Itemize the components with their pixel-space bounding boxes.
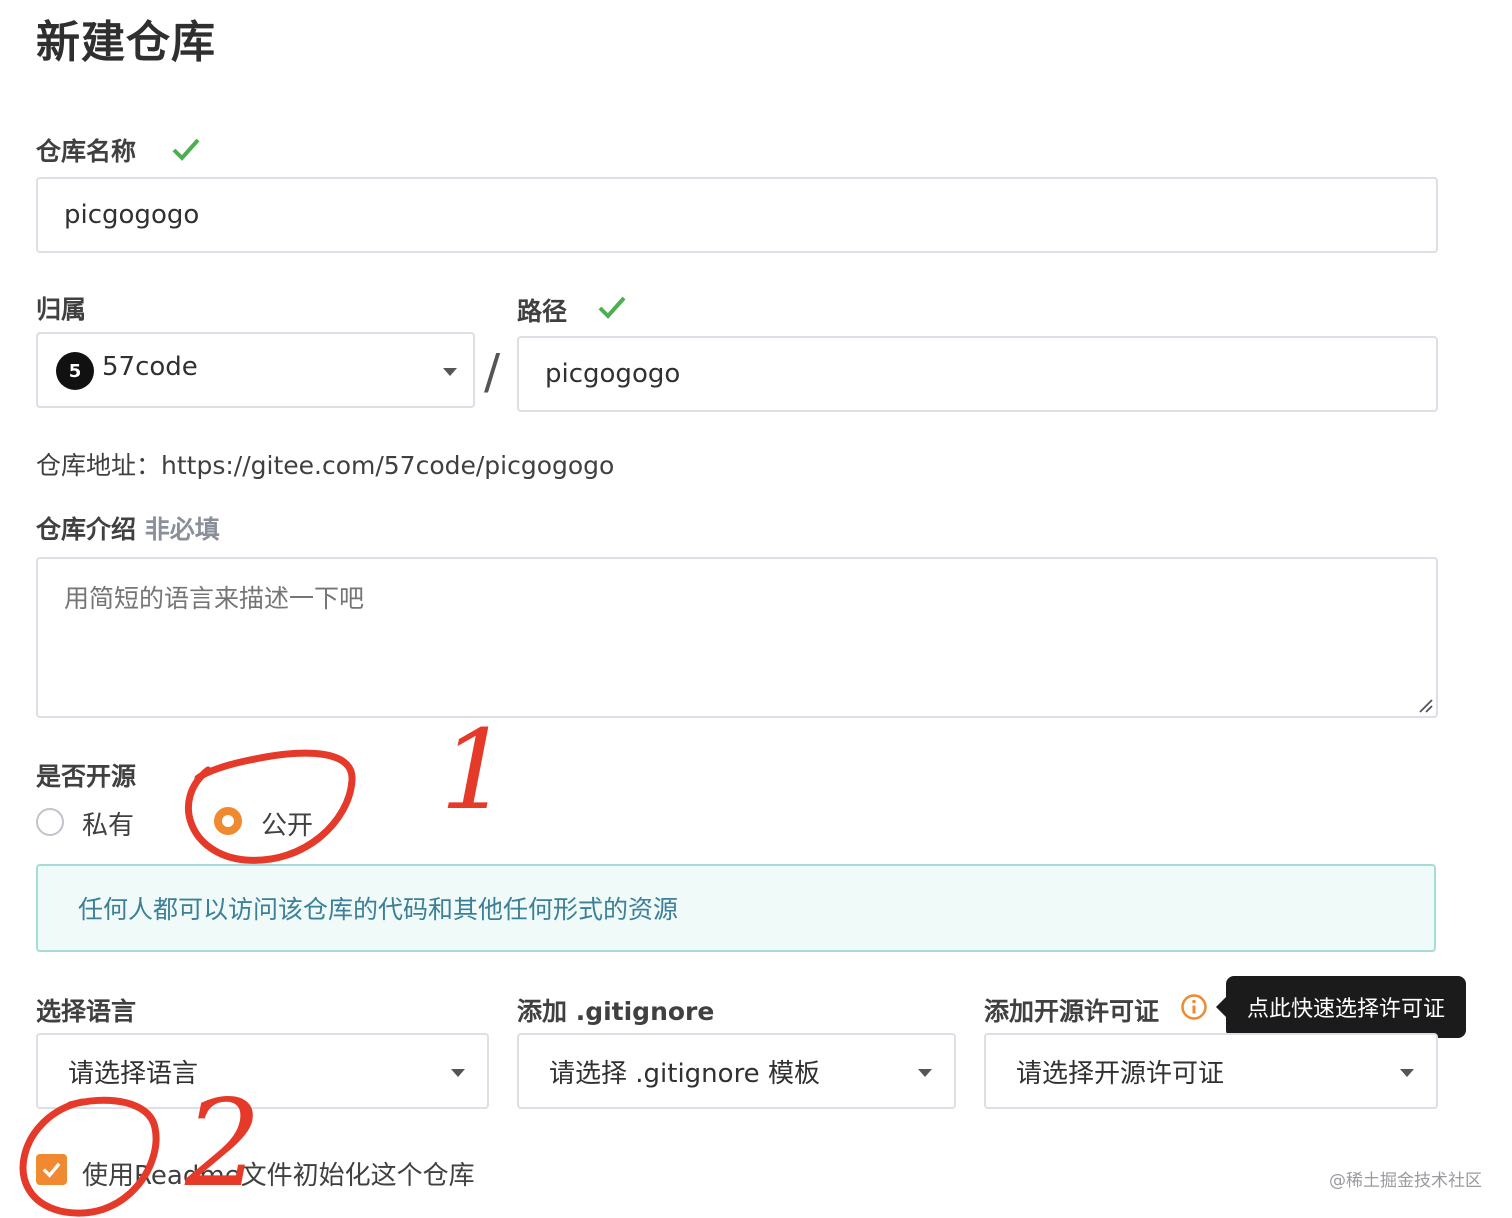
check-icon xyxy=(598,296,626,319)
chevron-down-icon xyxy=(918,1069,932,1077)
page-title: 新建仓库 xyxy=(36,17,216,68)
owner-label: 归属 xyxy=(36,295,87,324)
visibility-label: 是否开源 xyxy=(36,762,137,791)
private-radio-label[interactable]: 私有 xyxy=(82,805,134,842)
license-tooltip: 点此快速选择许可证 xyxy=(1216,976,1466,1038)
license-label: 添加开源许可证 xyxy=(984,997,1160,1026)
public-radio[interactable] xyxy=(214,807,242,835)
license-select[interactable]: 请选择开源许可证 xyxy=(984,1033,1438,1109)
watermark: @稀土掘金技术社区 xyxy=(1329,1171,1482,1191)
resize-handle-icon[interactable] xyxy=(1418,698,1434,714)
check-icon xyxy=(172,138,200,161)
checkbox-check-icon xyxy=(42,1162,61,1178)
chevron-down-icon xyxy=(451,1069,465,1077)
license-select-value: 请选择开源许可证 xyxy=(1016,1058,1225,1089)
repo-url-prefix: 仓库地址： xyxy=(36,451,162,480)
repo-name-label: 仓库名称 xyxy=(36,137,137,166)
repo-url-value: https://gitee.com/57code/picgogogo xyxy=(161,451,615,480)
language-label: 选择语言 xyxy=(36,997,137,1026)
intro-label: 仓库介绍 非必填 xyxy=(36,510,220,546)
intro-textarea[interactable] xyxy=(36,557,1438,718)
gitignore-select[interactable]: 请选择 .gitignore 模板 xyxy=(517,1033,956,1109)
avatar: 5 xyxy=(56,352,94,390)
language-select[interactable]: 请选择语言 xyxy=(36,1033,489,1109)
annotation-number-1: 1 xyxy=(440,706,510,834)
repo-url: 仓库地址：https://gitee.com/57code/picgogogo xyxy=(36,446,614,482)
gitignore-select-value: 请选择 .gitignore 模板 xyxy=(549,1058,820,1089)
readme-checkbox[interactable] xyxy=(36,1154,67,1185)
repo-name-input[interactable] xyxy=(36,177,1438,253)
chevron-down-icon xyxy=(443,368,457,376)
visibility-notice: 任何人都可以访问该仓库的代码和其他任何形式的资源 xyxy=(36,864,1436,952)
readme-checkbox-label[interactable]: 使用Readme文件初始化这个仓库 xyxy=(82,1155,475,1192)
path-input[interactable] xyxy=(517,336,1438,412)
info-icon[interactable] xyxy=(1180,993,1208,1021)
gitignore-label: 添加 .gitignore xyxy=(517,997,715,1026)
private-radio[interactable] xyxy=(36,808,64,836)
public-radio-label[interactable]: 公开 xyxy=(261,805,313,842)
owner-select[interactable]: 5 57code xyxy=(36,332,475,408)
path-label: 路径 xyxy=(517,297,568,326)
owner-value: 57code xyxy=(102,352,198,382)
path-separator: / xyxy=(484,344,501,400)
language-select-value: 请选择语言 xyxy=(68,1058,199,1089)
intro-optional-text: 非必填 xyxy=(144,515,220,544)
chevron-down-icon xyxy=(1400,1069,1414,1077)
intro-label-text: 仓库介绍 xyxy=(36,515,137,544)
